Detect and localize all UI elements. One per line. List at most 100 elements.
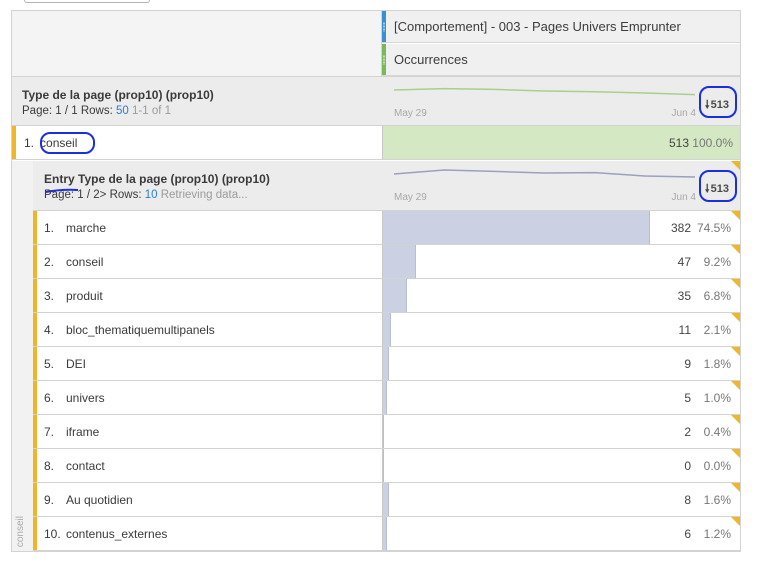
value-cell: 9 1.8% (382, 347, 740, 380)
sparkline-chart (393, 169, 696, 178)
table-row[interactable]: 2. conseil 47 9.2% (33, 245, 740, 279)
sparkline-end-date: Jun 4 (671, 192, 696, 203)
row-percent: 100.0% (692, 136, 733, 150)
annotation-circle (40, 132, 95, 154)
row-number: 9. (44, 493, 55, 507)
row-accent (33, 449, 37, 482)
sparkline-area: May 29 Jun 4 🠗513 (382, 161, 740, 210)
value-cell: 8 1.6% (382, 483, 740, 516)
dimension-title[interactable]: Type de la page (prop10) (prop10) (22, 88, 214, 102)
row-accent (33, 381, 37, 414)
metric-drag-handle-icon[interactable] (382, 44, 386, 75)
value-cell: 0 0.0% (382, 449, 740, 482)
breakdown-rows: 1. marche 382 74.5% 2. conseil 47 9.2% 3. produit… (33, 211, 740, 551)
row-accent (33, 313, 37, 346)
corner-flag-icon (731, 211, 740, 221)
breakdown-panel: conseil Entry Type de la page (prop10) (… (12, 161, 740, 551)
table-row[interactable]: 6. univers 5 1.0% (33, 381, 740, 415)
segment-header[interactable]: [Comportement] - 003 - Pages Univers Emp… (382, 11, 740, 43)
table-row[interactable]: 9. Au quotidien 8 1.6% (33, 483, 740, 517)
value-bar (383, 415, 384, 448)
table-row[interactable]: 7. iframe 2 0.4% (33, 415, 740, 449)
page-label: Page: (44, 189, 75, 201)
breakdown-header: Entry Type de la page (prop10) (prop10) … (33, 161, 740, 211)
row-number: 7. (44, 425, 55, 439)
table-row[interactable]: 4. bloc_thematiquemultipanels 11 2.1% (33, 313, 740, 347)
value-cell: 5 1.0% (382, 381, 740, 414)
corner-flag-icon (731, 483, 740, 493)
row-number: 10. (44, 527, 61, 541)
value-cell: 2 0.4% (382, 415, 740, 448)
row-number: 4. (44, 323, 55, 337)
row-value: 0 (684, 459, 691, 473)
row-value: 11 (678, 323, 691, 337)
metric-header[interactable]: Occurrences (382, 44, 740, 76)
row-name[interactable]: DEI (66, 357, 86, 371)
top-input-field[interactable] (24, 0, 150, 3)
row-name[interactable]: produit (66, 289, 103, 303)
rows-label: Rows: (109, 189, 142, 201)
row-value: 6 (684, 527, 691, 541)
row-value: 382 (670, 221, 691, 235)
row-accent (33, 483, 37, 516)
value-bar (383, 313, 391, 346)
row-name[interactable]: contact (66, 459, 105, 473)
row-name[interactable]: iframe (66, 425, 99, 439)
rows-label: Rows: (80, 105, 113, 117)
row-accent (12, 126, 16, 159)
table-row[interactable]: 10. contenus_externes 6 1.2% (33, 517, 740, 551)
row-accent (33, 415, 37, 448)
row-value: 35 (677, 289, 691, 303)
table-row-conseil[interactable]: 1. conseil 513 100.0% (12, 126, 740, 160)
rows-selector[interactable]: 10 (145, 189, 158, 201)
metric-header-label: Occurrences (394, 52, 468, 67)
segment-header-label: [Comportement] - 003 - Pages Univers Emp… (394, 19, 681, 34)
value-cell: 11 2.1% (382, 313, 740, 346)
row-value: 2 (684, 425, 691, 439)
row-percent: 0.0% (703, 459, 731, 473)
table-row[interactable]: 5. DEI 9 1.8% (33, 347, 740, 381)
breakdown-title[interactable]: Entry Type de la page (prop10) (prop10) (44, 172, 270, 186)
table-row[interactable]: 3. produit 35 6.8% (33, 279, 740, 313)
row-percent: 1.8% (703, 357, 731, 371)
row-percent: 2.1% (703, 323, 731, 337)
table-row[interactable]: 8. contact 0 0.0% (33, 449, 740, 483)
value-bar (383, 347, 389, 380)
corner-flag-icon (731, 313, 740, 323)
range-text: 1-1 of 1 (132, 105, 172, 117)
row-accent (33, 211, 37, 244)
sparkline-area: May 29 Jun 4 🠗513 (382, 77, 740, 125)
next-page-icon[interactable]: > (100, 189, 107, 201)
sparkline-path (393, 87, 696, 96)
sparkline-path (393, 169, 696, 178)
row-number: 2. (44, 255, 55, 269)
row-name[interactable]: Au quotidien (66, 493, 133, 507)
row-name[interactable]: conseil (66, 255, 103, 269)
annotation-circle (699, 170, 737, 202)
row-percent: 9.2% (703, 255, 731, 269)
row-name[interactable]: univers (66, 391, 105, 405)
row-percent: 1.0% (703, 391, 731, 405)
row-percent: 74.5% (696, 221, 731, 235)
row-number: 3. (44, 289, 55, 303)
table-row[interactable]: 1. marche 382 74.5% (33, 211, 740, 245)
page-value: 1 / 2 (77, 189, 100, 201)
sparkline-start-date: May 29 (394, 192, 427, 203)
row-name[interactable]: bloc_thematiquemultipanels (66, 323, 215, 337)
row-accent (33, 245, 37, 278)
rows-selector[interactable]: 50 (116, 105, 129, 117)
dimension-header: Type de la page (prop10) (prop10) Page: … (12, 76, 740, 126)
segment-drag-handle-icon[interactable] (382, 11, 386, 42)
breakdown-side-label: conseil (15, 515, 26, 547)
row-name[interactable]: marche (66, 221, 106, 235)
sparkline-chart (393, 87, 696, 96)
value-cell: 6 1.2% (382, 517, 740, 550)
row-value: 513 (668, 136, 689, 150)
corner-flag-icon (731, 415, 740, 425)
row-name[interactable]: contenus_externes (66, 527, 167, 541)
corner-flag-icon (731, 161, 740, 171)
row-accent (33, 279, 37, 312)
value-bar (383, 211, 650, 244)
row-number: 5. (44, 357, 55, 371)
page-value: 1 / 1 (55, 105, 78, 117)
